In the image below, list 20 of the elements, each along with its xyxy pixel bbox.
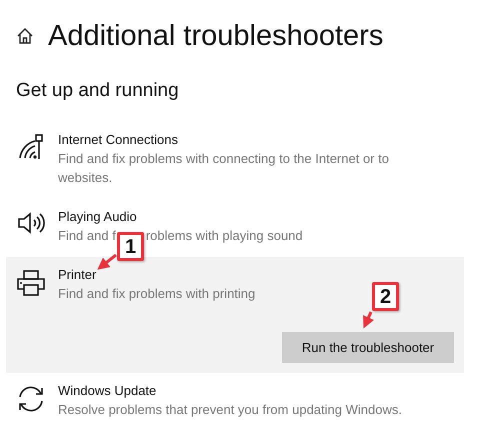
callout-arrow <box>360 311 374 331</box>
troubleshooter-description: roblems with playing sound <box>146 227 303 245</box>
troubleshooter-description: Find and f <box>58 227 116 245</box>
sync-icon <box>16 385 46 413</box>
speaker-icon <box>17 211 45 235</box>
printer-icon <box>16 269 46 297</box>
troubleshooter-description: Find and fix problems with connecting to the Internet or to websites. <box>58 150 390 187</box>
section-title: Get up and running <box>15 79 179 103</box>
troubleshooter-title: Internet Connections <box>58 131 178 149</box>
wifi-icon <box>18 134 44 160</box>
page-title: Additional troubleshooters <box>48 19 384 54</box>
run-troubleshooter-button[interactable]: Run the troubleshooter <box>282 332 454 363</box>
troubleshooter-title: Printer <box>58 266 96 284</box>
callout-number: 2 <box>372 282 399 311</box>
troubleshooter-description: Find and fix problems with printing <box>58 285 256 303</box>
troubleshooter-title: Windows Update <box>58 382 156 400</box>
callout-number: 1 <box>117 232 144 261</box>
troubleshooter-title: Playing Audio <box>58 208 137 226</box>
home-icon[interactable] <box>16 27 34 45</box>
troubleshooter-description: Resolve problems that prevent you from updating Windows. <box>58 401 402 419</box>
